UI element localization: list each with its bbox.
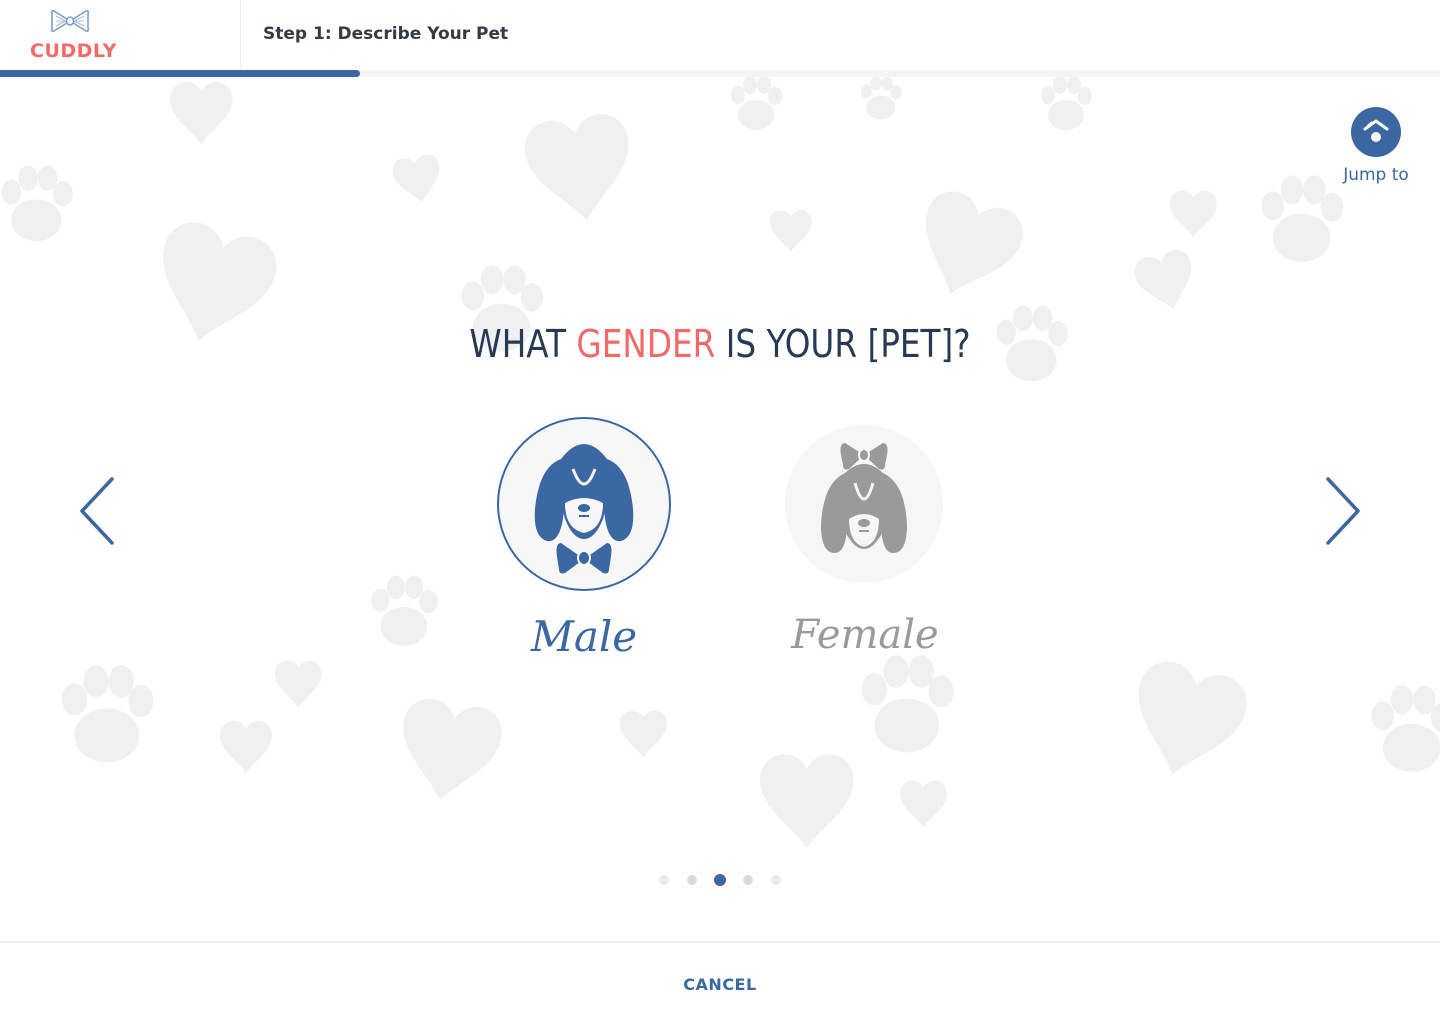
- paw-heart-pattern: [1, 77, 1440, 847]
- question-highlight: GENDER: [576, 322, 716, 366]
- question-prefix: WHAT: [469, 322, 577, 366]
- question-heading: WHAT GENDER IS YOUR [PET]?: [101, 322, 1339, 366]
- progress-bar-fill: [0, 70, 360, 77]
- pager-dot[interactable]: [687, 875, 697, 885]
- footer: CANCEL: [0, 941, 1440, 1026]
- chevron-right-icon: [1326, 477, 1360, 545]
- jump-to-button[interactable]: Jump to: [1340, 107, 1412, 197]
- pager-dot[interactable]: [743, 875, 753, 885]
- pager-dot-active[interactable]: [714, 874, 726, 886]
- male-label: Male: [530, 612, 638, 661]
- male-avatar-circle: [497, 417, 671, 591]
- logo-text: CUDDLY: [30, 40, 117, 62]
- cancel-button[interactable]: CANCEL: [683, 975, 756, 994]
- pager-dots: [0, 873, 1440, 887]
- option-female[interactable]: Female: [780, 416, 950, 676]
- female-avatar-circle: [785, 425, 943, 583]
- page-title: Step 1: Describe Your Pet: [263, 24, 509, 44]
- bowtie-logo-icon: [51, 10, 89, 32]
- jump-to-label: Jump to: [1343, 165, 1409, 185]
- logo[interactable]: CUDDLY: [0, 0, 241, 70]
- progress-bar: [0, 70, 1440, 77]
- previous-button[interactable]: [76, 476, 120, 546]
- jump-to-icon: [1351, 107, 1401, 157]
- female-label: Female: [791, 612, 939, 658]
- question-suffix: IS YOUR [PET]?: [715, 322, 971, 366]
- option-male[interactable]: Male: [496, 416, 672, 676]
- background-pattern: [0, 77, 1440, 847]
- cancel-button-row: CANCEL: [0, 975, 1440, 994]
- female-dog-bow-icon: [821, 443, 907, 553]
- header: CUDDLY Step 1: Describe Your Pet: [0, 0, 1440, 70]
- male-dog-bowtie-icon: [534, 444, 634, 574]
- pager-dot[interactable]: [659, 875, 669, 885]
- next-button[interactable]: [1322, 476, 1366, 546]
- pager-dot[interactable]: [771, 875, 781, 885]
- chevron-left-icon: [80, 477, 114, 545]
